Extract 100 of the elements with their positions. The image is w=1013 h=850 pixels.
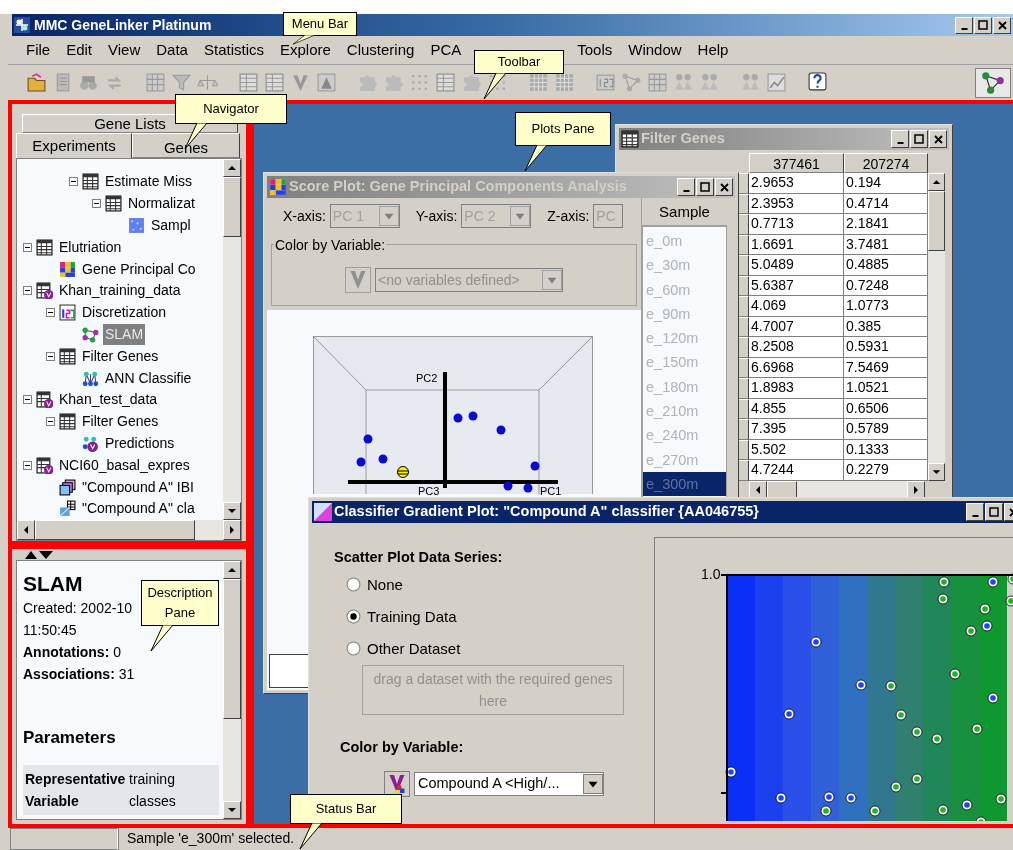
description-text: Created: 2002-10	[23, 599, 132, 618]
heatmap-icon[interactable]	[554, 72, 575, 93]
tab[interactable]: Experiments	[16, 133, 132, 158]
scrollbar[interactable]	[223, 159, 241, 520]
radio-option[interactable]: None	[346, 568, 654, 601]
tree-item[interactable]: Normalizat	[126, 193, 197, 215]
maximize-button[interactable]	[910, 130, 928, 148]
table-cell: 1.0521	[844, 378, 928, 399]
collapse-icon[interactable]	[23, 395, 32, 405]
heatmap-icon[interactable]	[528, 72, 549, 93]
close-button[interactable]	[993, 16, 1011, 34]
scroll-down-button[interactable]	[223, 801, 241, 819]
tree-item[interactable]: Gene Principal Co	[80, 258, 198, 280]
scroll-up-button[interactable]	[928, 173, 945, 191]
close-button[interactable]	[715, 178, 733, 196]
variable-dropdown[interactable]: Compound A <High/...	[414, 771, 604, 796]
tree-item[interactable]: Khan_test_data	[57, 389, 160, 411]
collapse-icon[interactable]	[23, 286, 32, 296]
text-field[interactable]	[269, 654, 311, 688]
help-icon[interactable]	[807, 72, 828, 93]
minimize-button[interactable]	[677, 178, 695, 196]
column-header[interactable]: 207274	[844, 153, 928, 173]
scatter-point	[971, 723, 983, 735]
tree-item[interactable]: ANN Classifie	[103, 367, 194, 389]
tree-item[interactable]: Discretization	[80, 302, 169, 324]
scroll-up-button[interactable]	[223, 159, 241, 177]
menu-item[interactable]: PCA	[422, 38, 470, 62]
scroll-right-button[interactable]	[223, 519, 241, 540]
maximize-button[interactable]	[696, 178, 714, 196]
table-cell: 2.3953	[749, 193, 844, 214]
collapse-icon[interactable]	[46, 417, 55, 427]
tree-item[interactable]: "Compound A" cla	[80, 498, 197, 520]
tree-item[interactable]: Predictions	[103, 432, 177, 454]
scroll-up-button[interactable]	[223, 561, 241, 579]
menu-item[interactable]: Help	[689, 38, 737, 62]
scroll-thumb[interactable]	[35, 519, 195, 540]
chart-icon[interactable]	[766, 72, 787, 93]
menu-item[interactable]: Data	[148, 38, 196, 62]
maximize-button[interactable]	[985, 503, 1003, 521]
variable-table-icon	[36, 456, 53, 474]
menu-item[interactable]: Window	[620, 38, 690, 62]
description-text: 11:50:45	[23, 621, 77, 640]
window-icon	[269, 178, 287, 196]
menu-item[interactable]: Tools	[569, 38, 621, 62]
table-cell: 6.6968	[749, 357, 844, 378]
folder-icon[interactable]	[26, 72, 47, 93]
scroll-down-button[interactable]	[223, 501, 241, 520]
collapse-icon[interactable]	[23, 242, 32, 252]
maximize-icon	[914, 134, 924, 144]
variable-icon[interactable]	[384, 770, 410, 797]
collapse-icon[interactable]	[92, 199, 101, 209]
collapse-icon[interactable]	[23, 460, 32, 470]
minimize-button[interactable]	[955, 16, 973, 34]
scatter-point	[845, 792, 857, 804]
section-label: Scatter Plot Data Series:	[334, 548, 504, 567]
menu-item[interactable]: Statistics	[195, 38, 272, 62]
variable-table-icon	[36, 282, 53, 300]
maximize-button[interactable]	[974, 16, 992, 34]
column-header[interactable]: 377461	[749, 153, 844, 173]
menu-item[interactable]: View	[100, 38, 149, 62]
radio-option[interactable]: Other Dataset	[346, 632, 654, 665]
table-icon	[59, 347, 76, 365]
tree-item[interactable]: Elutriation	[57, 236, 124, 258]
minimize-button[interactable]	[891, 130, 909, 148]
tab[interactable]: Genes	[132, 133, 240, 158]
collapse-icon[interactable]	[46, 308, 55, 318]
network-button[interactable]	[975, 67, 1011, 98]
scrollbar[interactable]	[17, 519, 241, 540]
scrollbar[interactable]	[223, 561, 241, 819]
scatter-point	[937, 593, 949, 605]
numbers-icon	[59, 304, 76, 322]
tree-item[interactable]: NCI60_basal_expres	[57, 454, 192, 476]
minimize-icon	[971, 515, 979, 517]
scroll-thumb[interactable]	[223, 177, 241, 237]
radio-option[interactable]: Training Data	[346, 600, 654, 633]
collapse-icon[interactable]	[69, 177, 78, 187]
tree-item[interactable]: Estimate Miss	[103, 171, 195, 193]
scatter-point	[995, 793, 1007, 805]
collapse-arrows-icon[interactable]	[24, 550, 54, 560]
tree-item[interactable]: Filter Genes	[80, 411, 161, 433]
scatter-point	[1005, 595, 1013, 607]
dots-icon[interactable]	[409, 72, 430, 93]
tree-item[interactable]: Sampl	[149, 215, 193, 236]
table-cell: 0.5789	[844, 419, 928, 440]
scrollbar[interactable]	[928, 173, 945, 481]
tree-item[interactable]: Filter Genes	[80, 345, 161, 367]
tree-item[interactable]: Khan_training_data	[57, 280, 183, 302]
close-button[interactable]	[929, 130, 947, 148]
scroll-thumb[interactable]	[928, 191, 945, 251]
axis-label: PC3	[418, 486, 440, 497]
scroll-down-button[interactable]	[928, 462, 945, 481]
parameter-value: training classes	[128, 769, 177, 811]
minimize-button[interactable]	[966, 503, 984, 521]
collapse-icon[interactable]	[46, 351, 55, 361]
menu-item[interactable]: Clustering	[338, 38, 423, 62]
tree-item[interactable]: "Compound A" IBI	[80, 476, 196, 498]
menu-item[interactable]: Edit	[58, 38, 101, 62]
scroll-left-button[interactable]	[17, 519, 35, 540]
menu-item[interactable]: File	[18, 38, 59, 62]
scroll-thumb[interactable]	[223, 579, 241, 719]
